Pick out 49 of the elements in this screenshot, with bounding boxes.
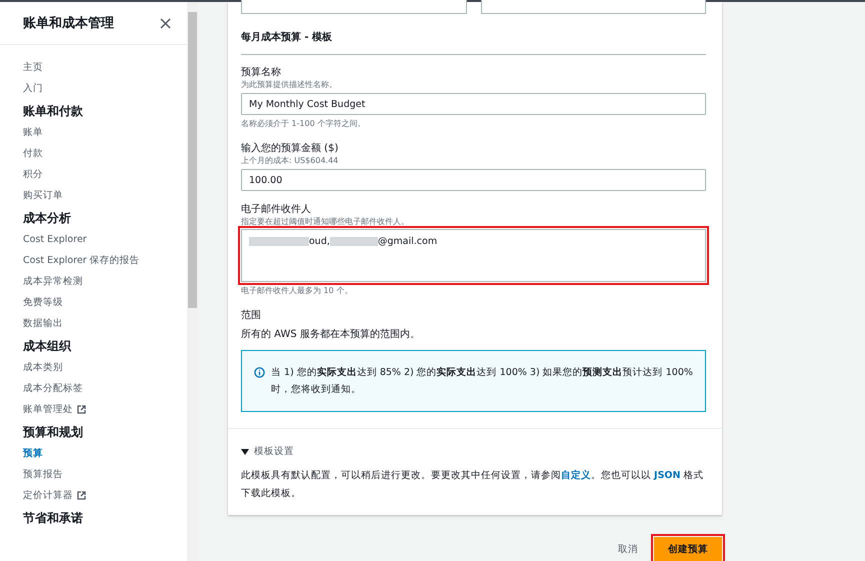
sidebar-link[interactable]: Cost Explorer 保存的报告 bbox=[23, 254, 140, 266]
sidebar-link[interactable]: 入门 bbox=[23, 82, 43, 94]
field-hint: 名称必须介于 1-100 个字符之间。 bbox=[241, 118, 366, 130]
sidebar-link[interactable]: 数据输出 bbox=[23, 316, 63, 330]
section-title: 每月成本预算 - 模板 bbox=[241, 14, 706, 55]
budget-amount-input[interactable]: 100.00 bbox=[241, 169, 706, 191]
info-text: 当 1) 您的实际支出达到 85% 2) 您的实际支出达到 100% 3) 如果您的预测支出预计达到 100% 时，您将收到通知。 bbox=[271, 366, 693, 397]
email-recipients-textarea[interactable]: oud, @gmail.com bbox=[241, 229, 706, 282]
sidebar-link[interactable]: 付款 bbox=[23, 146, 43, 160]
sidebar-link[interactable]: 成本类别 bbox=[23, 360, 63, 374]
sidebar-heading: 成本分析 bbox=[23, 210, 72, 226]
redacted-text bbox=[330, 237, 378, 246]
sidebar-link[interactable]: 账单 bbox=[23, 126, 43, 138]
create-budget-button[interactable]: 创建预算 bbox=[654, 537, 722, 561]
inline-link[interactable]: JSON bbox=[654, 470, 680, 482]
redacted-text bbox=[249, 237, 309, 246]
sidebar-link[interactable]: 成本异常检测 bbox=[23, 274, 83, 288]
sidebar-link[interactable]: 购买订单 bbox=[23, 188, 63, 202]
scope-text: 所有的 AWS 服务都在本预算的范围内。 bbox=[241, 328, 421, 341]
field-label: 预算名称 bbox=[241, 66, 282, 79]
template-settings-toggle[interactable]: 模板设置 bbox=[241, 445, 294, 460]
inline-link[interactable]: 自定义 bbox=[561, 470, 591, 482]
field-hint: 电子邮件收件人最多为 10 个。 bbox=[241, 285, 354, 297]
info-icon bbox=[254, 367, 265, 378]
sidebar-link[interactable]: 积分 bbox=[23, 168, 43, 180]
sidebar-link[interactable]: Cost Explorer bbox=[23, 232, 87, 246]
caret-icon bbox=[241, 448, 249, 456]
sidebar-link[interactable]: 账单管理处 bbox=[23, 402, 73, 416]
field-label: 电子邮件收件人 bbox=[241, 203, 312, 216]
cancel-button[interactable]: 取消 bbox=[618, 543, 638, 558]
budget-name-input[interactable]: My Monthly Cost Budget bbox=[241, 93, 706, 115]
template-description: 此模板具有默认配置，可以稍后进行更改。要更改其中任何设置，请参阅 自定义。您也可以以 JSON 格式下载此模板。 bbox=[241, 468, 704, 502]
sidebar-heading: 预算和规划 bbox=[23, 424, 84, 440]
field-description: 上个月的成本: US$604.44 bbox=[241, 155, 340, 166]
sidebar-link[interactable]: 主页 bbox=[23, 60, 43, 74]
sidebar-link[interactable]: 成本分配标签 bbox=[23, 382, 83, 394]
sidebar-heading: 账单和付款 bbox=[23, 104, 84, 118]
sidebar-link[interactable]: 预算 bbox=[23, 446, 43, 460]
field-label: 范围 bbox=[241, 309, 262, 322]
sidebar-link[interactable]: 定价计算器 bbox=[23, 488, 73, 502]
sidebar-heading: 节省和承诺 bbox=[23, 510, 84, 526]
field-description: 指定要在超过阈值时通知哪些电子邮件收件人。 bbox=[241, 216, 410, 227]
sidebar-title: 账单和成本管理 bbox=[23, 15, 114, 33]
sidebar-link[interactable]: 预算报告 bbox=[23, 468, 63, 480]
close-icon[interactable] bbox=[160, 18, 171, 30]
field-description: 为此预算提供描述性名称。 bbox=[241, 79, 338, 90]
sidebar-link[interactable]: 免费等级 bbox=[23, 296, 63, 308]
field-label: 输入您的预算金额 ($) bbox=[241, 142, 340, 155]
sidebar-heading: 成本组织 bbox=[23, 338, 72, 354]
